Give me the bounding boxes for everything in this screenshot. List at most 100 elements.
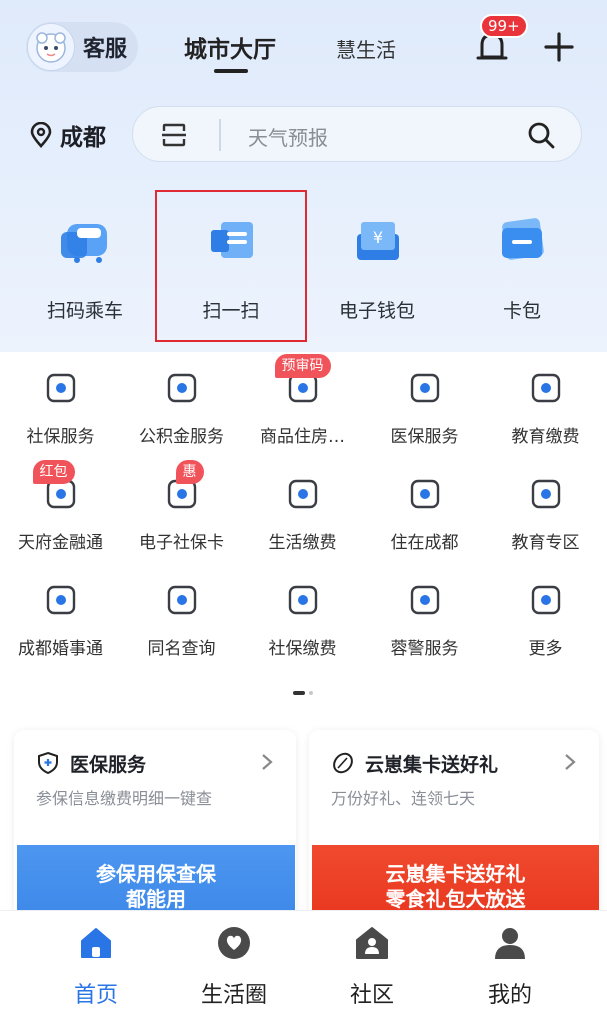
housing-fund-icon: [162, 368, 202, 408]
page-indicator: [293, 691, 313, 695]
card-banner[interactable]: 参保用保查保 都能用: [17, 845, 295, 920]
finance-icon: 红包: [32, 460, 81, 514]
service-item[interactable]: 住在成都: [364, 474, 485, 553]
service-label: 蓉警服务: [390, 639, 459, 659]
city-selector[interactable]: 成都: [30, 118, 106, 152]
service-item[interactable]: 医保服务: [364, 368, 485, 447]
customer-service-label: 客服: [83, 37, 128, 62]
more-grid-icon: [526, 580, 566, 620]
nav-home[interactable]: 首页: [36, 925, 156, 1009]
city-name: 成都: [60, 125, 106, 151]
service-label: 天府金融通: [18, 533, 103, 553]
quick-action-wallet[interactable]: ¥ 电子钱包: [307, 210, 447, 323]
service-label: 教育专区: [511, 533, 580, 553]
service-item[interactable]: 预审码商品住房…: [242, 354, 363, 447]
nav-life-circle[interactable]: 生活圈: [174, 925, 294, 1009]
mascot-avatar-icon: [27, 23, 75, 71]
search-input[interactable]: 天气预报: [248, 122, 328, 151]
quick-action-label: 扫码乘车: [46, 300, 123, 322]
e-social-card-icon: 惠: [162, 460, 204, 514]
add-plus-icon[interactable]: [543, 31, 575, 63]
card-subtitle: 参保信息缴费明细一键查: [36, 789, 213, 808]
quick-action-scan-ride[interactable]: 扫码乘车: [15, 210, 155, 323]
chevron-right-icon: [565, 754, 576, 770]
quick-action-label: 卡包: [502, 300, 541, 322]
quick-action-card-wallet[interactable]: 卡包: [452, 210, 592, 323]
card-title: 云崽集卡送好礼: [365, 754, 499, 776]
service-label: 同名查询: [147, 639, 216, 659]
bottom-navigation: 首页 生活圈 社区 我的: [0, 910, 607, 1015]
tab-smart-life[interactable]: 慧生活: [336, 34, 396, 63]
service-label: 更多: [528, 639, 563, 659]
customer-service-button[interactable]: 客服: [26, 22, 138, 72]
service-label: 商品住房…: [260, 427, 345, 447]
banner-line: 零食礼包大放送: [385, 887, 526, 911]
nav-label: 生活圈: [200, 983, 267, 1008]
tab-city-hall[interactable]: 城市大厅: [184, 30, 276, 64]
service-label: 医保服务: [390, 427, 459, 447]
quick-action-label: 电子钱包: [338, 300, 415, 322]
bus-qr-icon: [61, 224, 107, 263]
search-icon[interactable]: [527, 121, 555, 149]
service-label: 社保服务: [26, 427, 95, 447]
service-item[interactable]: 生活缴费: [242, 474, 363, 553]
search-divider: [219, 119, 221, 151]
banner-line: 都能用: [126, 887, 186, 911]
marriage-icon: [41, 580, 81, 620]
medical-insurance-icon: [405, 368, 445, 408]
nav-label: 社区: [349, 983, 394, 1008]
active-tab-indicator: [214, 69, 248, 73]
service-item[interactable]: 社保服务: [0, 368, 121, 447]
social-security-icon: [41, 368, 81, 408]
service-label: 住在成都: [390, 533, 459, 553]
card-subtitle: 万份好礼、连领七天: [331, 789, 476, 808]
heart-circle-icon: [218, 927, 250, 959]
service-item[interactable]: 公积金服务: [121, 368, 242, 447]
highlight-box: [155, 190, 307, 342]
home-icon: [81, 928, 111, 958]
service-item[interactable]: 教育专区: [485, 474, 606, 553]
nav-label: 首页: [73, 983, 118, 1008]
service-label: 电子社保卡: [139, 533, 224, 553]
service-item[interactable]: 惠电子社保卡: [121, 460, 242, 553]
service-item[interactable]: 社保缴费: [242, 580, 363, 659]
service-label: 教育缴费: [511, 427, 580, 447]
card-collect-card[interactable]: 云崽集卡送好礼 万份好礼、连领七天 云崽集卡送好礼 零食礼包大放送: [309, 730, 599, 920]
page-dot: [309, 691, 313, 695]
wallet-icon: ¥: [357, 222, 399, 260]
education-fee-icon: [526, 368, 566, 408]
leaf-icon: [333, 752, 353, 774]
scan-frame-icon[interactable]: [161, 122, 187, 148]
page-dot-active: [293, 691, 305, 695]
name-query-icon: [162, 580, 202, 620]
nav-mine[interactable]: 我的: [450, 925, 570, 1009]
police-icon: [405, 580, 445, 620]
shield-plus-icon: [38, 751, 58, 775]
chevron-right-icon: [262, 754, 273, 770]
service-item[interactable]: 同名查询: [121, 580, 242, 659]
service-item[interactable]: 成都婚事通: [0, 580, 121, 659]
card-banner[interactable]: 云崽集卡送好礼 零食礼包大放送: [312, 845, 599, 920]
service-tag-badge: 预审码: [274, 354, 331, 378]
service-item[interactable]: 更多: [485, 580, 606, 659]
notification-count-badge: 99+: [480, 14, 528, 38]
search-bar[interactable]: 天气预报: [132, 106, 582, 162]
card-icon: [502, 218, 544, 260]
svg-text:¥: ¥: [373, 228, 383, 247]
top-header: 客服 城市大厅 慧生活 99+: [0, 0, 607, 100]
education-zone-icon: [526, 474, 566, 514]
user-icon: [495, 928, 525, 959]
location-pin-icon: [30, 122, 52, 148]
service-label: 成都婚事通: [18, 639, 103, 659]
nav-community[interactable]: 社区: [312, 925, 432, 1009]
medical-insurance-card[interactable]: 医保服务 参保信息缴费明细一键查 参保用保查保 都能用: [14, 730, 296, 920]
social-fee-icon: [283, 580, 323, 620]
service-item[interactable]: 红包天府金融通: [0, 460, 121, 553]
service-tag-badge: 惠: [175, 460, 204, 484]
service-item[interactable]: 蓉警服务: [364, 580, 485, 659]
service-label: 生活缴费: [268, 533, 337, 553]
banner-line: 云崽集卡送好礼: [385, 862, 526, 886]
service-item[interactable]: 教育缴费: [485, 368, 606, 447]
utility-fee-icon: [283, 474, 323, 514]
service-label: 社保缴费: [268, 639, 337, 659]
